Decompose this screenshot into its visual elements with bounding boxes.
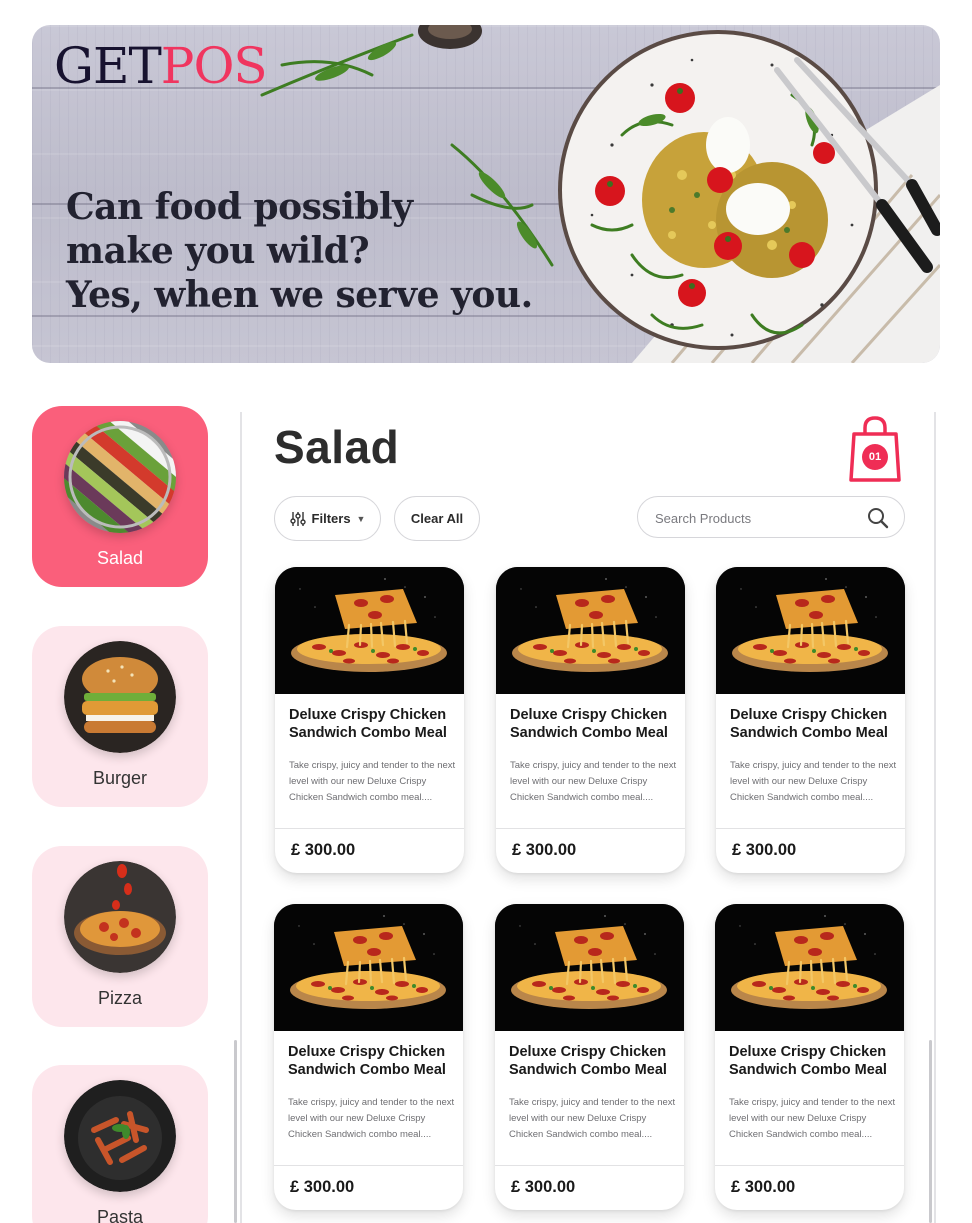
pizza-product-image <box>715 904 904 1031</box>
product-name: Deluxe Crispy Chicken Sandwich Combo Mea… <box>729 1044 887 1078</box>
product-description: Take crispy, juicy and tender to the nex… <box>729 1097 896 1140</box>
product-description: Take crispy, juicy and tender to the nex… <box>288 1097 455 1140</box>
product-card[interactable]: Deluxe Crispy Chicken Sandwich Combo Mea… <box>495 904 684 1210</box>
card-divider <box>716 828 905 829</box>
product-name: Deluxe Crispy Chicken Sandwich Combo Mea… <box>289 707 447 741</box>
category-label: Pizza <box>97 988 142 1008</box>
brand-logo-part2: POS <box>160 37 268 95</box>
category-burger[interactable]: Burger <box>32 626 208 807</box>
category-pizza[interactable]: Pizza <box>32 846 208 1027</box>
sliders-icon <box>289 511 306 527</box>
sidebar-divider <box>240 412 242 1223</box>
product-price: £ 300.00 <box>511 1178 576 1196</box>
tagline-line-1: Can food possibly <box>66 186 413 228</box>
content-scrollbar[interactable] <box>929 1040 932 1223</box>
content-divider <box>934 412 936 1223</box>
product-card[interactable]: Deluxe Crispy Chicken Sandwich Combo Mea… <box>496 567 685 873</box>
card-divider <box>275 828 464 829</box>
search-icon[interactable] <box>866 506 890 535</box>
product-card[interactable]: Deluxe Crispy Chicken Sandwich Combo Mea… <box>715 904 904 1210</box>
banner-tagline: Can food possibly make you wild? Yes, wh… <box>66 185 533 317</box>
filters-button[interactable]: Filters ▼ <box>274 496 381 541</box>
pizza-image <box>64 861 176 973</box>
card-divider <box>715 1165 904 1166</box>
search-box <box>637 496 905 538</box>
cart-count-badge: 01 <box>862 444 888 470</box>
category-label: Burger <box>92 768 148 788</box>
product-description: Take crispy, juicy and tender to the nex… <box>730 760 897 803</box>
product-card[interactable]: Deluxe Crispy Chicken Sandwich Combo Mea… <box>275 567 464 873</box>
product-price: £ 300.00 <box>731 1178 796 1196</box>
pizza-product-image <box>716 567 905 694</box>
product-name: Deluxe Crispy Chicken Sandwich Combo Mea… <box>288 1044 446 1078</box>
brand-logo-part1: GET <box>54 37 162 95</box>
burger-image <box>64 641 176 753</box>
category-pasta[interactable]: Pasta <box>32 1065 208 1223</box>
category-salad[interactable]: Salad <box>32 406 208 587</box>
tagline-line-2: make you wild? <box>66 230 370 272</box>
product-description: Take crispy, juicy and tender to the nex… <box>510 760 677 803</box>
pasta-image <box>64 1080 176 1192</box>
product-description: Take crispy, juicy and tender to the nex… <box>509 1097 676 1140</box>
product-name: Deluxe Crispy Chicken Sandwich Combo Mea… <box>510 707 668 741</box>
product-name: Deluxe Crispy Chicken Sandwich Combo Mea… <box>509 1044 667 1078</box>
tagline-line-3: Yes, when we serve you. <box>66 274 533 316</box>
category-label: Salad <box>96 548 144 568</box>
search-input[interactable] <box>655 507 855 529</box>
clear-all-label: Clear All <box>410 511 464 526</box>
clear-all-button[interactable]: Clear All <box>394 496 480 541</box>
product-price: £ 300.00 <box>512 841 577 859</box>
filters-label: Filters <box>311 511 351 526</box>
card-divider <box>496 828 685 829</box>
pizza-product-image <box>495 904 684 1031</box>
sidebar-scrollbar[interactable] <box>234 1040 237 1223</box>
chevron-down-icon: ▼ <box>356 513 366 524</box>
product-name: Deluxe Crispy Chicken Sandwich Combo Mea… <box>730 707 888 741</box>
card-divider <box>274 1165 463 1166</box>
card-divider <box>495 1165 684 1166</box>
pizza-product-image <box>274 904 463 1031</box>
pizza-product-image <box>275 567 464 694</box>
page-title: Salad <box>274 421 400 473</box>
product-card[interactable]: Deluxe Crispy Chicken Sandwich Combo Mea… <box>274 904 463 1210</box>
cart-button[interactable]: 01 <box>848 414 902 484</box>
category-label: Pasta <box>96 1207 144 1223</box>
product-description: Take crispy, juicy and tender to the nex… <box>289 760 456 803</box>
product-price: £ 300.00 <box>291 841 356 859</box>
product-price: £ 300.00 <box>290 1178 355 1196</box>
salad-image <box>64 421 176 533</box>
pizza-product-image <box>496 567 685 694</box>
brand-logo[interactable]: GETPOS <box>54 37 268 95</box>
hero-banner: GETPOS Can food possibly make you wild? … <box>32 25 940 363</box>
product-price: £ 300.00 <box>732 841 797 859</box>
product-card[interactable]: Deluxe Crispy Chicken Sandwich Combo Mea… <box>716 567 905 873</box>
